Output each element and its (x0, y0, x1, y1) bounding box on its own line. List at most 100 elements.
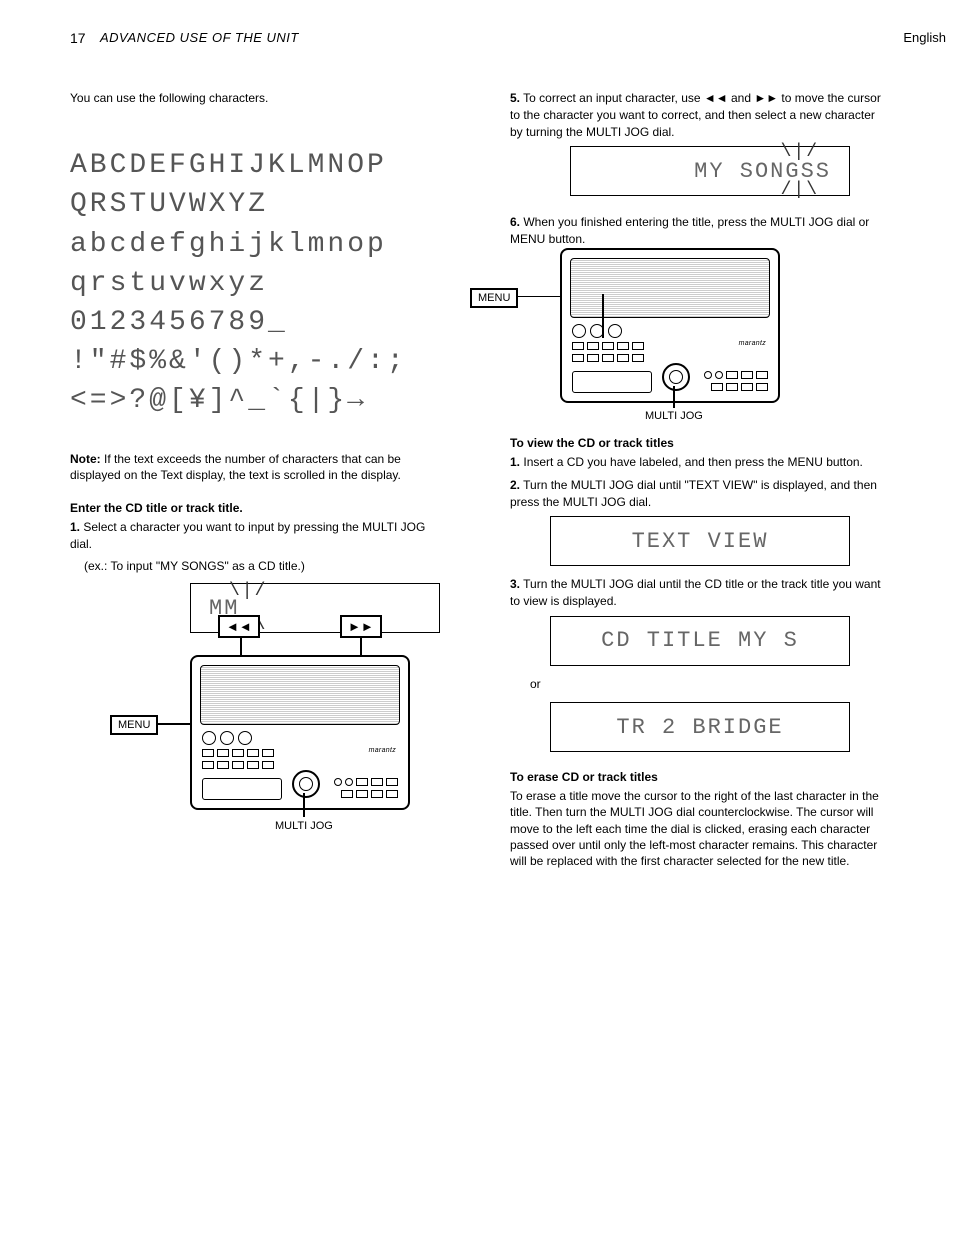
button-row-2 (572, 354, 644, 362)
view-step1: 1. Insert a CD you have labeled, and the… (510, 454, 884, 471)
brand-label: marantz (369, 747, 396, 754)
page-title: ADVANCED USE OF THE UNIT (100, 30, 299, 45)
square-button-icon (572, 354, 584, 362)
step1-subtext: (ex.: To input "MY SONGS" as a CD title.… (70, 558, 450, 575)
note-paragraph: Note: If the text exceeds the number of … (70, 451, 450, 483)
square-button-icon (572, 342, 584, 350)
rect-icon (741, 371, 753, 379)
button-row-2 (202, 761, 274, 769)
multi-jog-knob-icon (292, 770, 320, 798)
intro-text: You can use the following characters. (70, 90, 450, 106)
step-1: 1. Select a character you want to input … (70, 519, 450, 553)
menu-callout: MENU (110, 715, 158, 735)
enter-title-heading: Enter the CD title or track title. (70, 501, 450, 515)
device-illustration: marantz (190, 655, 410, 810)
square-button-icon (632, 354, 644, 362)
device-illustration: marantz (560, 248, 780, 403)
rect-icon (726, 371, 738, 379)
square-button-icon (202, 749, 214, 757)
rect-icon (711, 383, 723, 391)
multi-jog-caption: MULTI JOG (645, 410, 703, 422)
lcd-mysongs-display: MY SONGSS \|/ /|\ (570, 146, 850, 196)
device-diagram-left: MENU ◄◄ ►► (190, 645, 450, 825)
left-column: You can use the following characters. AB… (70, 90, 450, 879)
multi-jog-caption: MULTI JOG (275, 820, 333, 832)
square-button-icon (587, 342, 599, 350)
view-step1-text: Insert a CD you have labeled, and then p… (523, 455, 863, 469)
square-button-icon (247, 761, 259, 769)
rect-icon (386, 790, 398, 798)
note-body: If the text exceeds the number of charac… (70, 452, 401, 482)
view-step2-number: 2. (510, 478, 520, 492)
erase-paragraph: To erase a title move the cursor to the … (510, 788, 884, 869)
square-button-icon (262, 749, 274, 757)
right-buttons (334, 778, 398, 798)
lcd-track-display: TR 2 BRIDGE (550, 702, 850, 752)
view-step2-text: Turn the MULTI JOG dial until "TEXT VIEW… (510, 478, 877, 509)
rect-icon (371, 790, 383, 798)
square-button-icon (617, 342, 629, 350)
square-button-icon (632, 342, 644, 350)
small-knob-icon (608, 324, 622, 338)
device-diagram-right: MENU (520, 258, 800, 418)
button-row (202, 749, 274, 757)
view-titles-heading: To view the CD or track titles (510, 436, 884, 450)
rect-icon (371, 778, 383, 786)
square-button-icon (202, 761, 214, 769)
page-number: 17 (70, 30, 86, 46)
lcd-textview-display: TEXT VIEW (550, 516, 850, 566)
menu-callout: MENU (470, 288, 518, 308)
view-step1-number: 1. (510, 455, 520, 469)
right-buttons (704, 371, 768, 391)
square-button-icon (247, 749, 259, 757)
step-5: 5. To correct an input character, use ◄◄… (510, 90, 884, 140)
step1-number: 1. (70, 520, 80, 534)
caption-line (303, 793, 305, 817)
dot-icon (345, 778, 353, 786)
rect-icon (741, 383, 753, 391)
rect-icon (341, 790, 353, 798)
step5-text: To correct an input character, use ◄◄ an… (510, 91, 881, 139)
square-button-icon (602, 354, 614, 362)
callout-line (516, 296, 566, 298)
right-column: 5. To correct an input character, use ◄◄… (510, 90, 884, 879)
note-label: Note: (70, 452, 101, 466)
square-button-icon (217, 761, 229, 769)
small-knob-icon (238, 731, 252, 745)
view-step3-number: 3. (510, 577, 520, 591)
lcd-textview-text: TEXT VIEW (632, 529, 769, 554)
multi-jog-knob-icon (662, 363, 690, 391)
speaker-grille (200, 665, 400, 725)
rect-icon (726, 383, 738, 391)
step1-text: Select a character you want to input by … (70, 520, 425, 551)
speaker-grille (570, 258, 770, 318)
brand-label: marantz (739, 340, 766, 347)
lcd-track-text: TR 2 BRIDGE (616, 715, 783, 740)
lcd-cdtitle-display: CD TITLE MY S (550, 616, 850, 666)
square-button-icon (232, 749, 244, 757)
dot-icon (715, 371, 723, 379)
language-tab: English (903, 30, 946, 45)
small-knob-icon (572, 324, 586, 338)
square-button-icon (617, 354, 629, 362)
knob-row (572, 324, 622, 338)
view-step3-text: Turn the MULTI JOG dial until the CD tit… (510, 577, 881, 608)
rect-icon (356, 790, 368, 798)
view-step2: 2. Turn the MULTI JOG dial until "TEXT V… (510, 477, 884, 511)
lcd-cdtitle-text: CD TITLE MY S (601, 628, 799, 653)
square-button-icon (262, 761, 274, 769)
small-knob-icon (220, 731, 234, 745)
step5-number: 5. (510, 91, 520, 105)
device-display-icon (572, 371, 652, 393)
rect-icon (386, 778, 398, 786)
step6-text: When you finished entering the title, pr… (510, 215, 869, 246)
caption-line (673, 386, 675, 408)
square-button-icon (602, 342, 614, 350)
dot-icon (334, 778, 342, 786)
rect-icon (356, 778, 368, 786)
button-row (572, 342, 644, 350)
next-button-callout: ►► (340, 615, 382, 638)
square-button-icon (232, 761, 244, 769)
device-display-icon (202, 778, 282, 800)
or-separator: or (510, 676, 884, 692)
